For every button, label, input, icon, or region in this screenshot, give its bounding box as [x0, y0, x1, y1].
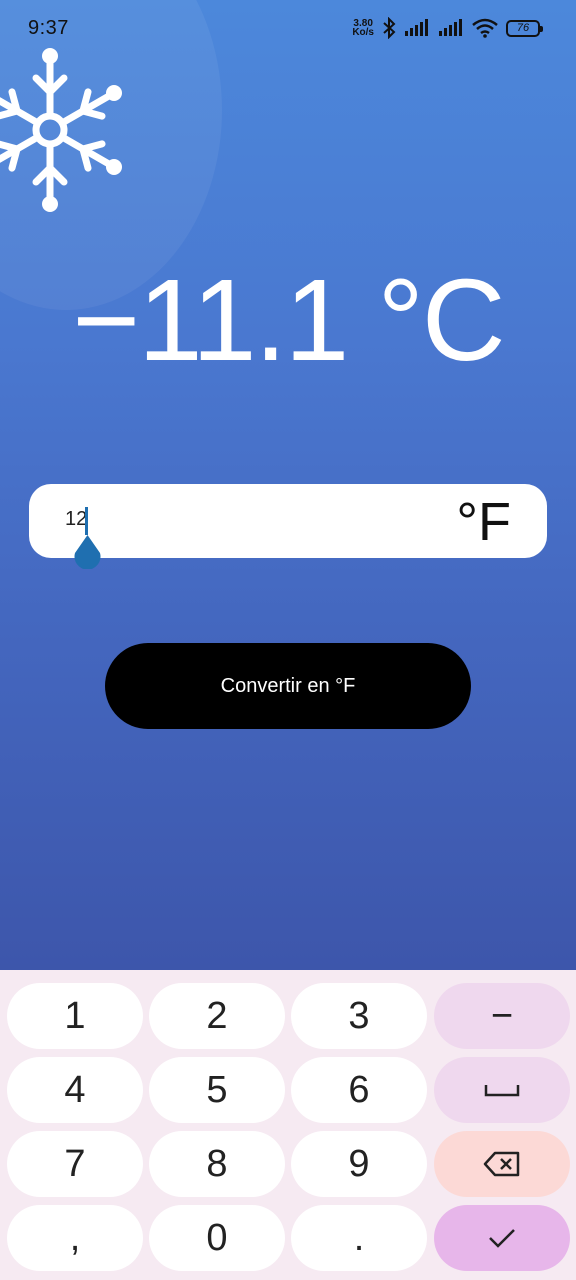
key-9[interactable]: 9: [291, 1131, 427, 1197]
space-icon: [484, 1085, 520, 1097]
network-speed-unit: Ko/s: [352, 27, 374, 38]
key-8[interactable]: 8: [149, 1131, 285, 1197]
converter-screen: 9:37 3.80 Ko/s 76 −11.1 °C 12 °F Convert…: [0, 0, 576, 970]
key-3[interactable]: 3: [291, 983, 427, 1049]
key-confirm[interactable]: [434, 1205, 570, 1271]
status-icons: 3.80 Ko/s 76: [352, 17, 543, 39]
status-time: 9:37: [28, 16, 69, 39]
key-5[interactable]: 5: [149, 1057, 285, 1123]
temperature-input-value[interactable]: 12: [65, 508, 87, 531]
converted-temperature: −11.1 °C: [72, 255, 505, 385]
checkmark-icon: [489, 1229, 515, 1248]
backspace-icon: [483, 1151, 520, 1177]
numeric-keypad: 1 2 3 − 4 5 6 7 8 9 , 0 .: [0, 970, 576, 1280]
key-period[interactable]: .: [291, 1205, 427, 1271]
signal-icon: [405, 19, 428, 36]
key-comma[interactable]: ,: [7, 1205, 143, 1271]
key-space[interactable]: [434, 1057, 570, 1123]
status-bar: 9:37 3.80 Ko/s 76: [0, 0, 576, 56]
key-6[interactable]: 6: [291, 1057, 427, 1123]
key-4[interactable]: 4: [7, 1057, 143, 1123]
snowflake-icon: [0, 48, 122, 212]
convert-button[interactable]: Convertir en °F: [105, 643, 471, 729]
signal-icon: [439, 19, 462, 36]
key-1[interactable]: 1: [7, 983, 143, 1049]
cursor-handle-icon[interactable]: [73, 535, 102, 569]
key-2[interactable]: 2: [149, 983, 285, 1049]
input-unit-label: °F: [456, 492, 511, 552]
key-7[interactable]: 7: [7, 1131, 143, 1197]
key-minus[interactable]: −: [434, 983, 570, 1049]
key-0[interactable]: 0: [149, 1205, 285, 1271]
key-backspace[interactable]: [434, 1131, 570, 1197]
text-cursor: [85, 507, 88, 535]
wifi-icon: [472, 18, 498, 38]
battery-icon: 76: [506, 19, 543, 37]
battery-level: 76: [516, 22, 530, 34]
temperature-input[interactable]: 12 °F: [29, 484, 547, 558]
bluetooth-icon: [383, 17, 396, 39]
network-speed: 3.80 Ko/s: [352, 19, 374, 38]
